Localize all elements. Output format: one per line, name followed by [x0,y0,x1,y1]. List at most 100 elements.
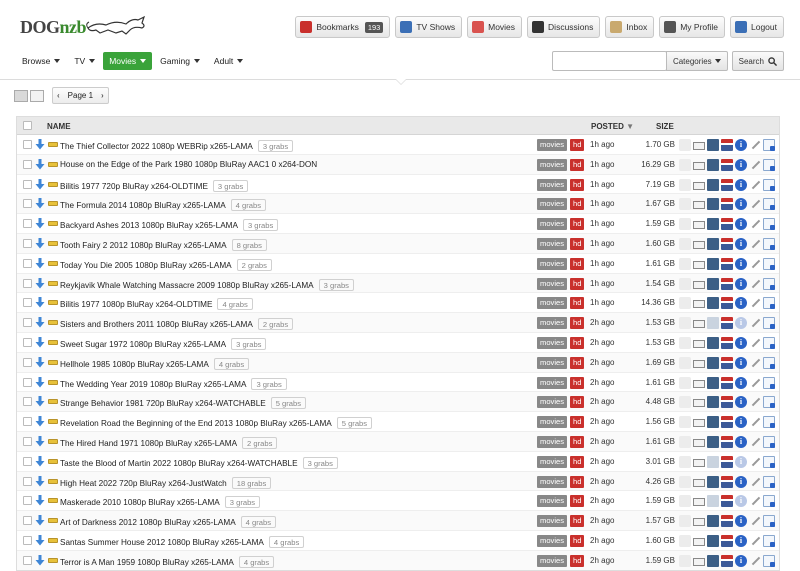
info-icon[interactable]: i [735,297,747,310]
nzb-file-icon[interactable] [48,339,58,345]
download-arrow-icon[interactable] [35,495,45,506]
download-arrow-icon[interactable] [35,237,45,249]
discussions-button[interactable]: Discussions [527,16,601,38]
category-badge[interactable]: movies [537,356,568,369]
details-icon[interactable] [707,435,719,448]
details-icon[interactable] [707,495,719,508]
info-icon[interactable]: i [735,139,747,151]
nav-item-tv[interactable]: TV [68,52,101,70]
send-to-client-icon[interactable] [763,277,775,290]
details-icon[interactable] [707,139,719,151]
download-arrow-icon[interactable] [35,396,45,407]
info-icon[interactable]: i [735,396,747,409]
nfo-icon[interactable] [693,300,705,309]
details-icon[interactable] [707,396,719,409]
cart-icon[interactable] [679,317,691,330]
send-to-client-icon[interactable] [763,534,775,547]
magic-wand-icon[interactable] [749,218,761,230]
nfo-icon[interactable] [693,240,705,249]
release-title[interactable]: Taste the Blood of Martin 2022 1080p Blu… [60,456,338,469]
info-icon[interactable]: i [735,554,747,567]
nzb-file-icon[interactable] [48,438,58,444]
row-checkbox[interactable] [23,377,32,387]
tv-shows-button[interactable]: TV Shows [395,16,463,38]
release-title[interactable]: Santas Summer House 2012 1080p BluRay x2… [60,535,305,548]
magic-wand-icon[interactable] [749,139,761,151]
release-title[interactable]: The Wedding Year 2019 1080p BluRay x265-… [60,377,287,390]
release-title[interactable]: House on the Edge of the Park 1980 1080p… [60,160,317,169]
search-input[interactable] [551,51,667,71]
nfo-icon[interactable] [693,498,705,507]
category-badge[interactable]: movies [537,376,568,389]
nfo-icon[interactable] [693,320,705,329]
release-title[interactable]: Backyard Ashes 2013 1080p BluRay x265-LA… [60,219,279,232]
row-checkbox[interactable] [23,456,32,466]
nzb-file-icon[interactable] [48,221,58,227]
nzb-file-icon[interactable] [48,320,58,326]
magic-wand-icon[interactable] [749,515,761,527]
release-title[interactable]: Sisters and Brothers 2011 1080p BluRay x… [60,318,294,331]
search-button[interactable]: Search [731,51,784,71]
nzb-file-icon[interactable] [48,240,58,246]
magic-wand-icon[interactable] [749,377,761,389]
category-badge[interactable]: movies [537,297,568,310]
magic-wand-icon[interactable] [749,198,761,210]
info-icon[interactable]: i [735,317,747,330]
nfo-icon[interactable] [693,399,705,408]
download-arrow-icon[interactable] [35,475,45,487]
cart-icon[interactable] [679,158,691,171]
magic-wand-icon[interactable] [749,436,761,448]
details-icon[interactable] [707,198,719,211]
details-icon[interactable] [707,178,719,191]
details-icon[interactable] [707,534,719,547]
download-arrow-icon[interactable] [35,178,45,190]
nzb-file-icon[interactable] [48,537,58,543]
nfo-icon[interactable] [693,557,705,566]
nfo-icon[interactable] [693,339,705,348]
send-to-client-icon[interactable] [763,218,775,231]
download-arrow-icon[interactable] [35,257,45,269]
nfo-icon[interactable] [693,280,705,289]
download-arrow-icon[interactable] [35,336,45,348]
category-badge[interactable]: movies [537,435,568,448]
details-icon[interactable] [707,554,719,567]
info-icon[interactable]: i [735,237,747,250]
my-profile-button[interactable]: My Profile [659,16,725,38]
inbox-button[interactable]: Inbox [605,16,655,38]
send-to-client-icon[interactable] [763,475,775,488]
row-checkbox[interactable] [23,298,32,308]
details-icon[interactable] [707,237,719,250]
download-arrow-icon[interactable] [35,317,45,328]
grid-view-icon[interactable] [30,89,44,102]
row-checkbox[interactable] [23,318,32,328]
column-header-posted[interactable]: POSTED ▼ [591,122,634,131]
details-icon[interactable] [707,257,719,270]
category-badge[interactable]: movies [537,495,568,508]
release-title[interactable]: Revelation Road the Beginning of the End… [60,417,373,430]
nav-item-gaming[interactable]: Gaming [154,52,206,70]
nav-item-adult[interactable]: Adult [208,52,249,70]
row-checkbox[interactable] [23,417,32,427]
info-icon[interactable]: i [735,534,747,547]
download-arrow-icon[interactable] [35,515,45,526]
nfo-icon[interactable] [693,260,705,269]
info-icon[interactable]: i [735,178,747,191]
magic-wand-icon[interactable] [749,555,761,567]
release-title[interactable]: The Formula 2014 1080p BluRay x265-LAMA 4… [60,199,267,212]
release-title[interactable]: High Heat 2022 720p BluRay x264-JustWatc… [60,476,272,489]
info-icon[interactable]: i [735,336,747,349]
details-icon[interactable] [707,515,719,528]
cart-icon[interactable] [679,455,691,468]
cart-icon[interactable] [679,277,691,290]
info-icon[interactable]: i [735,435,747,448]
movies-button[interactable]: Movies [467,16,523,38]
info-icon[interactable]: i [735,158,747,171]
info-icon[interactable]: i [735,455,747,468]
nfo-icon[interactable] [693,379,705,388]
category-badge[interactable]: movies [537,198,568,211]
category-badge[interactable]: movies [537,158,568,171]
magic-wand-icon[interactable] [749,297,761,309]
cart-icon[interactable] [679,198,691,211]
category-badge[interactable]: movies [537,218,568,231]
category-badge[interactable]: movies [537,455,568,468]
